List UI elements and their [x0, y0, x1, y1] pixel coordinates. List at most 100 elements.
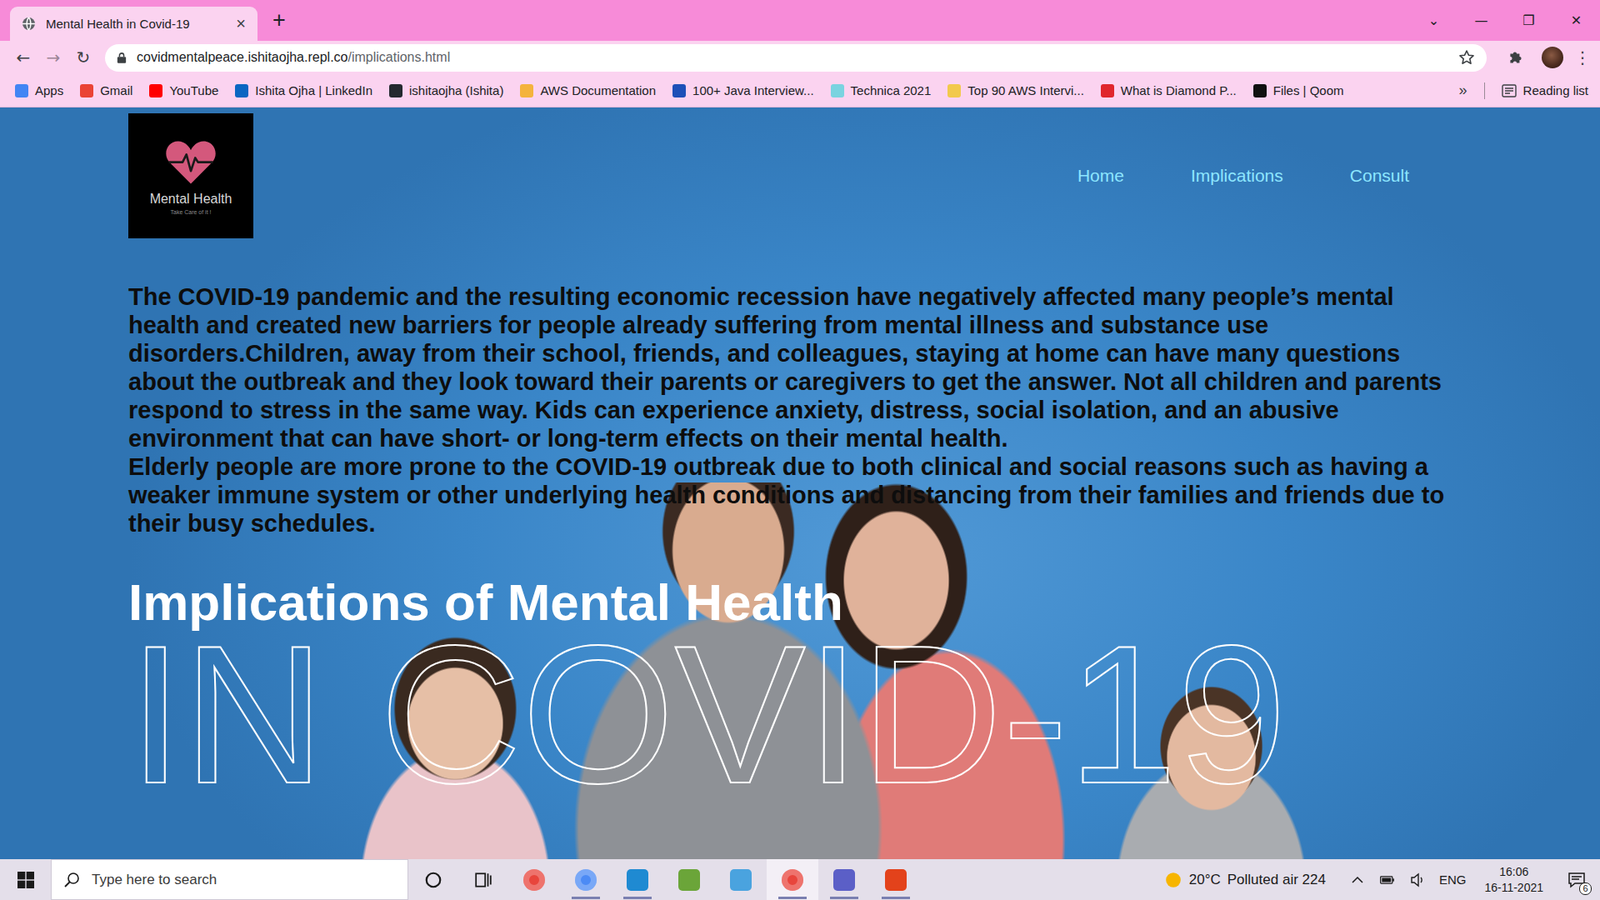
bookmark-star-icon[interactable]: [1458, 49, 1475, 66]
site-logo[interactable]: Mental HealthTake Care of it !: [128, 113, 254, 239]
address-bar[interactable]: covidmentalpeace.ishitaojha.repl.co/impl…: [105, 44, 1487, 72]
article-text: The COVID-19 pandemic and the resulting …: [128, 282, 1472, 538]
bookmark-item[interactable]: Top 90 AWS Intervi...: [947, 83, 1085, 98]
profile-avatar-icon[interactable]: [1541, 46, 1564, 69]
nav-link[interactable]: Consult: [1350, 165, 1410, 186]
taskbar-app[interactable]: [766, 859, 819, 900]
bookmark-label: 100+ Java Interview...: [692, 83, 815, 98]
bookmark-item[interactable]: Gmail: [80, 83, 133, 98]
taskbar-app[interactable]: [560, 859, 612, 900]
speaker-icon[interactable]: [1409, 871, 1426, 889]
browser-toolbar: ←→↻ covidmentalpeace.ishitaojha.repl.co/i…: [0, 40, 1600, 75]
reading-list-button[interactable]: Reading list: [1501, 83, 1589, 98]
bookmark-icon: [947, 84, 961, 98]
navigation-button[interactable]: ←: [8, 47, 39, 68]
windows-logo-icon: [17, 871, 35, 889]
taskbar-search[interactable]: Type here to search: [50, 859, 409, 900]
bookmark-item[interactable]: Files | Qoom: [1253, 83, 1345, 98]
bookmark-item[interactable]: AWS Documentation: [520, 83, 656, 98]
start-button[interactable]: [0, 859, 51, 900]
tab-close-button[interactable]: ×: [232, 14, 250, 34]
bookmark-label: Top 90 AWS Intervi...: [967, 83, 1085, 98]
cortana-circle-icon: [424, 870, 443, 890]
new-tab-button[interactable]: +: [272, 9, 286, 32]
running-indicator: [830, 896, 859, 900]
bookmark-icon: [1100, 84, 1115, 98]
heartbeat-heart-icon: [163, 136, 219, 187]
running-indicator: [881, 896, 910, 900]
taskbar-app[interactable]: [870, 859, 922, 900]
url-text: covidmentalpeace.ishitaojha.repl.co/impl…: [136, 50, 450, 65]
cortana-button[interactable]: [408, 859, 459, 900]
window-control-button[interactable]: —: [1457, 0, 1505, 41]
running-indicator: [571, 896, 600, 900]
browser-menu-button[interactable]: ⋮: [1571, 47, 1594, 68]
site-header: Mental HealthTake Care of it ! Home Implic…: [128, 113, 1472, 239]
navigation-button[interactable]: →: [38, 47, 69, 68]
logo-tagline: Take Care of it !: [170, 209, 211, 215]
bookmark-label: Apps: [35, 83, 64, 98]
battery-icon[interactable]: [1379, 871, 1396, 889]
clock[interactable]: 16:0616-11-2021: [1479, 864, 1549, 896]
bookmark-item[interactable]: 100+ Java Interview...: [672, 83, 815, 98]
chevron-up-icon[interactable]: [1349, 871, 1366, 889]
bookmarks-separator: [1484, 82, 1485, 100]
browser-tab[interactable]: Mental Health in Covid-19×: [10, 6, 258, 41]
window-control-button[interactable]: ❐: [1505, 0, 1553, 41]
app-icon: [523, 869, 545, 891]
nav-link[interactable]: Home: [1077, 165, 1125, 186]
bookmark-icon: [1253, 84, 1267, 98]
bookmark-icon: [389, 84, 403, 98]
bookmark-icon: [520, 84, 534, 98]
system-tray: 20°CPolluted air 224 ENG 16:0616-11-2021 6: [1164, 864, 1600, 896]
taskbar-app[interactable]: [663, 859, 715, 900]
bookmark-icon: [672, 84, 686, 98]
clock-time: 16:06: [1499, 864, 1529, 880]
app-icon: [833, 869, 855, 891]
bookmark-icon: [149, 84, 163, 98]
tab-strip: Mental Health in Covid-19× + ⌄—❐✕: [0, 0, 1600, 41]
outline-heading: IN COVID-19: [128, 615, 1472, 813]
input-language[interactable]: ENG: [1439, 872, 1467, 887]
page-content: Mental HealthTake Care of it ! Home Implic…: [0, 107, 1600, 813]
bookmarks-overflow-button[interactable]: »: [1459, 81, 1468, 100]
taskbar-app[interactable]: [818, 859, 870, 900]
reading-list-label: Reading list: [1523, 83, 1589, 98]
sun-icon: [1164, 870, 1183, 890]
app-icon: [678, 869, 700, 891]
notification-count: 6: [1579, 882, 1592, 895]
taskbar: Type here to search 20°CPolluted air 224 E…: [0, 859, 1600, 900]
bookmark-item[interactable]: Technica 2021: [830, 83, 932, 98]
window-control-button[interactable]: ✕: [1552, 0, 1600, 41]
bookmark-label: Ishita Ojha | LinkedIn: [255, 83, 373, 98]
bookmark-item[interactable]: YouTube: [149, 83, 219, 98]
bookmark-item[interactable]: Ishita Ojha | LinkedIn: [235, 83, 373, 98]
window-control-button[interactable]: ⌄: [1410, 0, 1458, 41]
app-icon: [781, 869, 804, 891]
weather-widget[interactable]: 20°CPolluted air 224: [1164, 870, 1326, 890]
bookmark-icon: [235, 84, 249, 98]
task-view-icon: [474, 870, 493, 890]
bookmark-item[interactable]: Apps: [15, 83, 64, 98]
screen: Mental Health in Covid-19× + ⌄—❐✕ ←→↻ covidm…: [0, 0, 1600, 900]
bookmark-item[interactable]: ishitaojha (Ishita): [389, 83, 504, 98]
navigation-button[interactable]: ↻: [68, 47, 99, 68]
app-icon: [575, 869, 597, 891]
bookmark-label: ishitaojha (Ishita): [409, 83, 504, 98]
taskbar-app[interactable]: [715, 859, 767, 900]
taskbar-app[interactable]: [611, 859, 664, 900]
url-path: /implications.html: [347, 50, 450, 65]
notifications-button[interactable]: 6: [1561, 865, 1592, 895]
globe-icon: [21, 16, 36, 31]
reading-list-icon: [1501, 84, 1517, 98]
bookmark-label: Gmail: [100, 83, 133, 98]
running-indicator: [778, 896, 807, 900]
taskbar-app[interactable]: [508, 859, 560, 900]
web-page: Mental HealthTake Care of it ! Home Implic…: [0, 107, 1600, 860]
bookmark-label: YouTube: [169, 83, 219, 98]
bookmark-label: Files | Qoom: [1273, 83, 1345, 98]
extensions-puzzle-icon[interactable]: [1506, 48, 1525, 67]
bookmark-item[interactable]: What is Diamond P...: [1100, 83, 1237, 98]
task-view-button[interactable]: [458, 859, 509, 900]
nav-link[interactable]: Implications: [1190, 165, 1284, 186]
